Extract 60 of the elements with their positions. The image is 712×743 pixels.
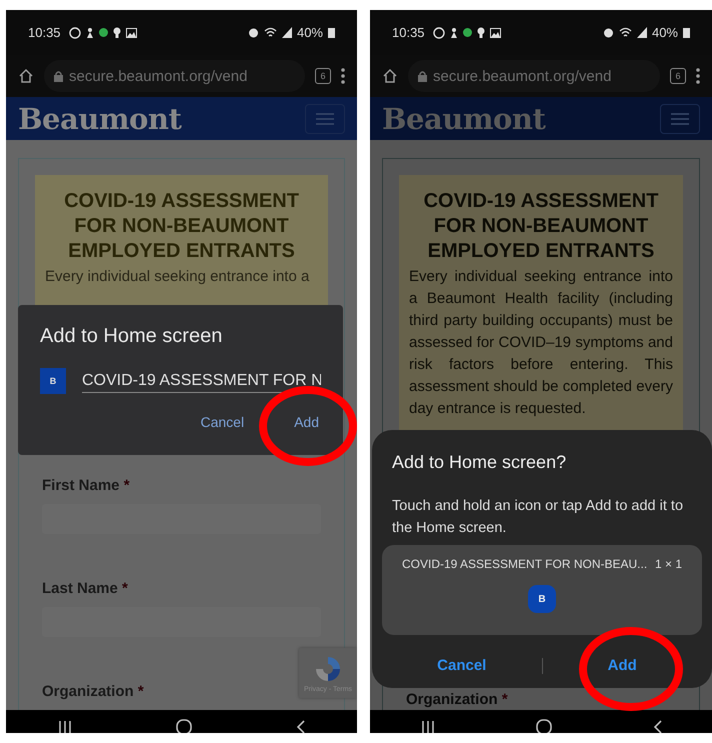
dot-icon [98,28,108,37]
address-bar[interactable]: secure.beaumont.org/vend [44,60,305,92]
url-text: secure.beaumont.org/vend [69,68,248,84]
signal-icon [282,27,292,38]
add-button[interactable]: Add [286,410,327,434]
image-icon [490,28,501,38]
wifi-icon [618,27,632,38]
signal-icon [636,27,647,38]
wifi-icon [264,27,277,38]
recents-icon[interactable] [58,720,72,733]
site-logo[interactable]: Beaumont [18,102,182,136]
address-bar[interactable]: secure.beaumont.org/vend [408,60,660,92]
field-label: Organization * [42,683,144,700]
field-label: Last Name * [42,580,128,597]
site-logo[interactable]: Beaumont [382,102,546,136]
notice-title: COVID-19 ASSESSMENT FOR NON-BEAUMONT EMPLOYED ENTRANTS [422,189,660,264]
tab-count-button[interactable]: 6 [670,68,686,84]
menu-icon [316,112,334,124]
person-icon [86,27,94,38]
cancel-button[interactable]: Cancel [192,410,252,434]
field-label: Organization * [406,691,508,708]
home-icon[interactable] [18,68,34,84]
home-icon[interactable] [382,68,398,84]
widget-name: COVID-19 ASSESSMENT FOR NON-BEAU... [402,557,648,571]
app-icon: B [528,585,556,613]
field-label: First Name * [42,477,130,494]
url-text: secure.beaumont.org/vend [433,68,612,84]
lock-icon [418,70,427,82]
widget-size: 1 × 1 [654,557,682,571]
shortcut-name-field[interactable]: COVID-19 ASSESSMENT FOR N [82,370,321,392]
battery-level: 40% [296,25,323,40]
menu-icon [671,112,689,124]
home-button-icon[interactable] [176,718,192,733]
bulb-icon [112,27,121,38]
battery-icon [328,27,335,38]
cancel-button[interactable]: Cancel [382,649,542,682]
notice-text: Every individual seeking entrance into a Beaumont Health facility (including third party building occupants) must be assessed for COVID–19 symptoms and risk factors before entering. This assessment should be completed every day entrance is requested. [409,267,673,419]
person-icon [450,27,458,38]
lock-icon [54,70,63,82]
battery-level: 40% [652,25,678,40]
home-button-icon[interactable] [536,718,552,733]
app-icon: B [40,368,66,394]
image-icon [126,28,137,38]
dialog-title: Add to Home screen? [391,452,568,473]
add-button[interactable]: Add [542,649,702,682]
notice-title: COVID-19 ASSESSMENT FOR NON-BEAUMONT EMPLOYED ENTRANTS [63,189,300,264]
tab-count-button[interactable]: 6 [315,68,331,84]
more-icon[interactable] [696,68,700,84]
notice-text: Every individual seeking entrance into a [45,267,310,287]
recents-icon[interactable] [420,720,434,733]
battery-icon [683,27,690,38]
back-icon[interactable] [296,720,305,733]
status-time: 10:35 [392,25,425,40]
dialog-title: Add to Home screen [40,325,224,348]
bulb-icon [476,27,485,38]
back-icon[interactable] [652,720,662,733]
status-time: 10:35 [28,25,61,40]
more-icon[interactable] [341,68,345,84]
dot-icon [462,28,472,37]
dialog-message: Touch and hold an icon or tap Add to add it to the Home screen. [391,497,684,538]
